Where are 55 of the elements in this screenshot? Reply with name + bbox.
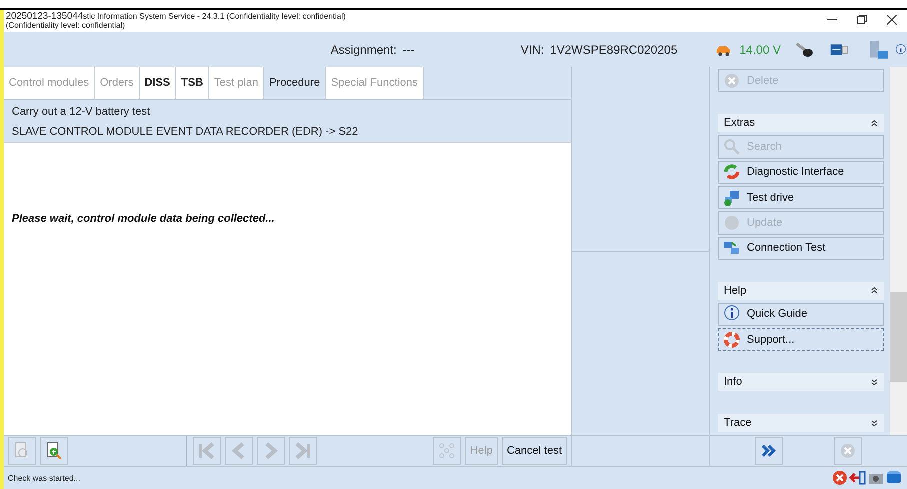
collapse-icon — [871, 120, 878, 127]
window-title: stic Information System Service - 24.3.1 (Confidentiality level: confidential) — [83, 12, 346, 21]
lifebuoy-icon — [723, 330, 741, 349]
section-header[interactable]: Help — [718, 282, 884, 300]
sidebar-item[interactable]: Connection Test — [718, 236, 884, 260]
exit-icon — [849, 469, 867, 487]
sidebar-item[interactable]: Test drive — [718, 186, 884, 210]
network-icon — [723, 188, 741, 207]
last-button[interactable] — [289, 437, 318, 465]
server-icon — [867, 40, 889, 60]
network-button[interactable] — [433, 437, 462, 465]
vin-label: VIN: — [520, 42, 544, 56]
double-chevron-icon — [760, 442, 778, 460]
section-header[interactable]: Trace — [718, 414, 884, 432]
sidebar-item[interactable]: Diagnostic Interface — [718, 160, 884, 184]
next-button[interactable] — [257, 437, 286, 465]
assignment-value: --- — [402, 42, 415, 56]
cross-circle-icon — [838, 442, 857, 460]
info-icon — [723, 305, 741, 324]
zoom-in-button[interactable] — [40, 437, 68, 465]
nodes-icon — [438, 442, 456, 460]
procedure-line: SLAVE CONTROL MODULE EVENT DATA RECORDER (EDR) -> S22 — [12, 126, 360, 138]
document-magnifier-icon — [45, 442, 63, 460]
sidebar-item[interactable]: Support... — [718, 328, 884, 352]
collapse-icon — [871, 287, 878, 294]
procedure-line: Carry out a 12-V battery test — [12, 106, 152, 118]
skip-back-icon — [198, 442, 216, 460]
wait-message: Please wait, control module data being collected... — [12, 213, 275, 225]
globe-icon — [723, 214, 741, 232]
window-title-prefix: 20250123-135044 — [6, 12, 84, 21]
expand-icon — [871, 378, 878, 386]
section-header[interactable]: Extras — [718, 114, 884, 132]
cross-circle-icon — [831, 469, 849, 487]
scrollbar[interactable] — [890, 67, 907, 435]
section-header[interactable]: Info — [718, 373, 884, 392]
status-text: Check was started... — [8, 474, 82, 482]
assignment-label: Assignment: — [330, 42, 397, 56]
vin-value: 1V2WSPE89RC020205 — [550, 42, 678, 56]
expand-icon — [871, 420, 878, 427]
first-button[interactable] — [193, 437, 222, 465]
magnifier-icon — [723, 138, 741, 156]
voltage-reading: 14.00 V — [740, 42, 781, 56]
restore-icon — [857, 15, 867, 25]
tab[interactable]: TSB — [176, 67, 210, 99]
previous-button[interactable] — [225, 437, 254, 465]
forward-button[interactable] — [755, 437, 784, 465]
stop-button[interactable] — [834, 437, 862, 465]
arrows-icon — [723, 163, 741, 182]
sidebar-item[interactable]: Quick Guide — [718, 302, 884, 326]
cross-circle-icon — [723, 72, 741, 90]
window-subtitle: (Confidentiality level: confidential) — [6, 21, 126, 30]
skip-forward-icon — [294, 442, 312, 460]
tab[interactable]: DISS — [140, 67, 176, 99]
cancel-test-button[interactable]: Cancel test — [502, 437, 567, 465]
close-icon — [887, 15, 897, 25]
